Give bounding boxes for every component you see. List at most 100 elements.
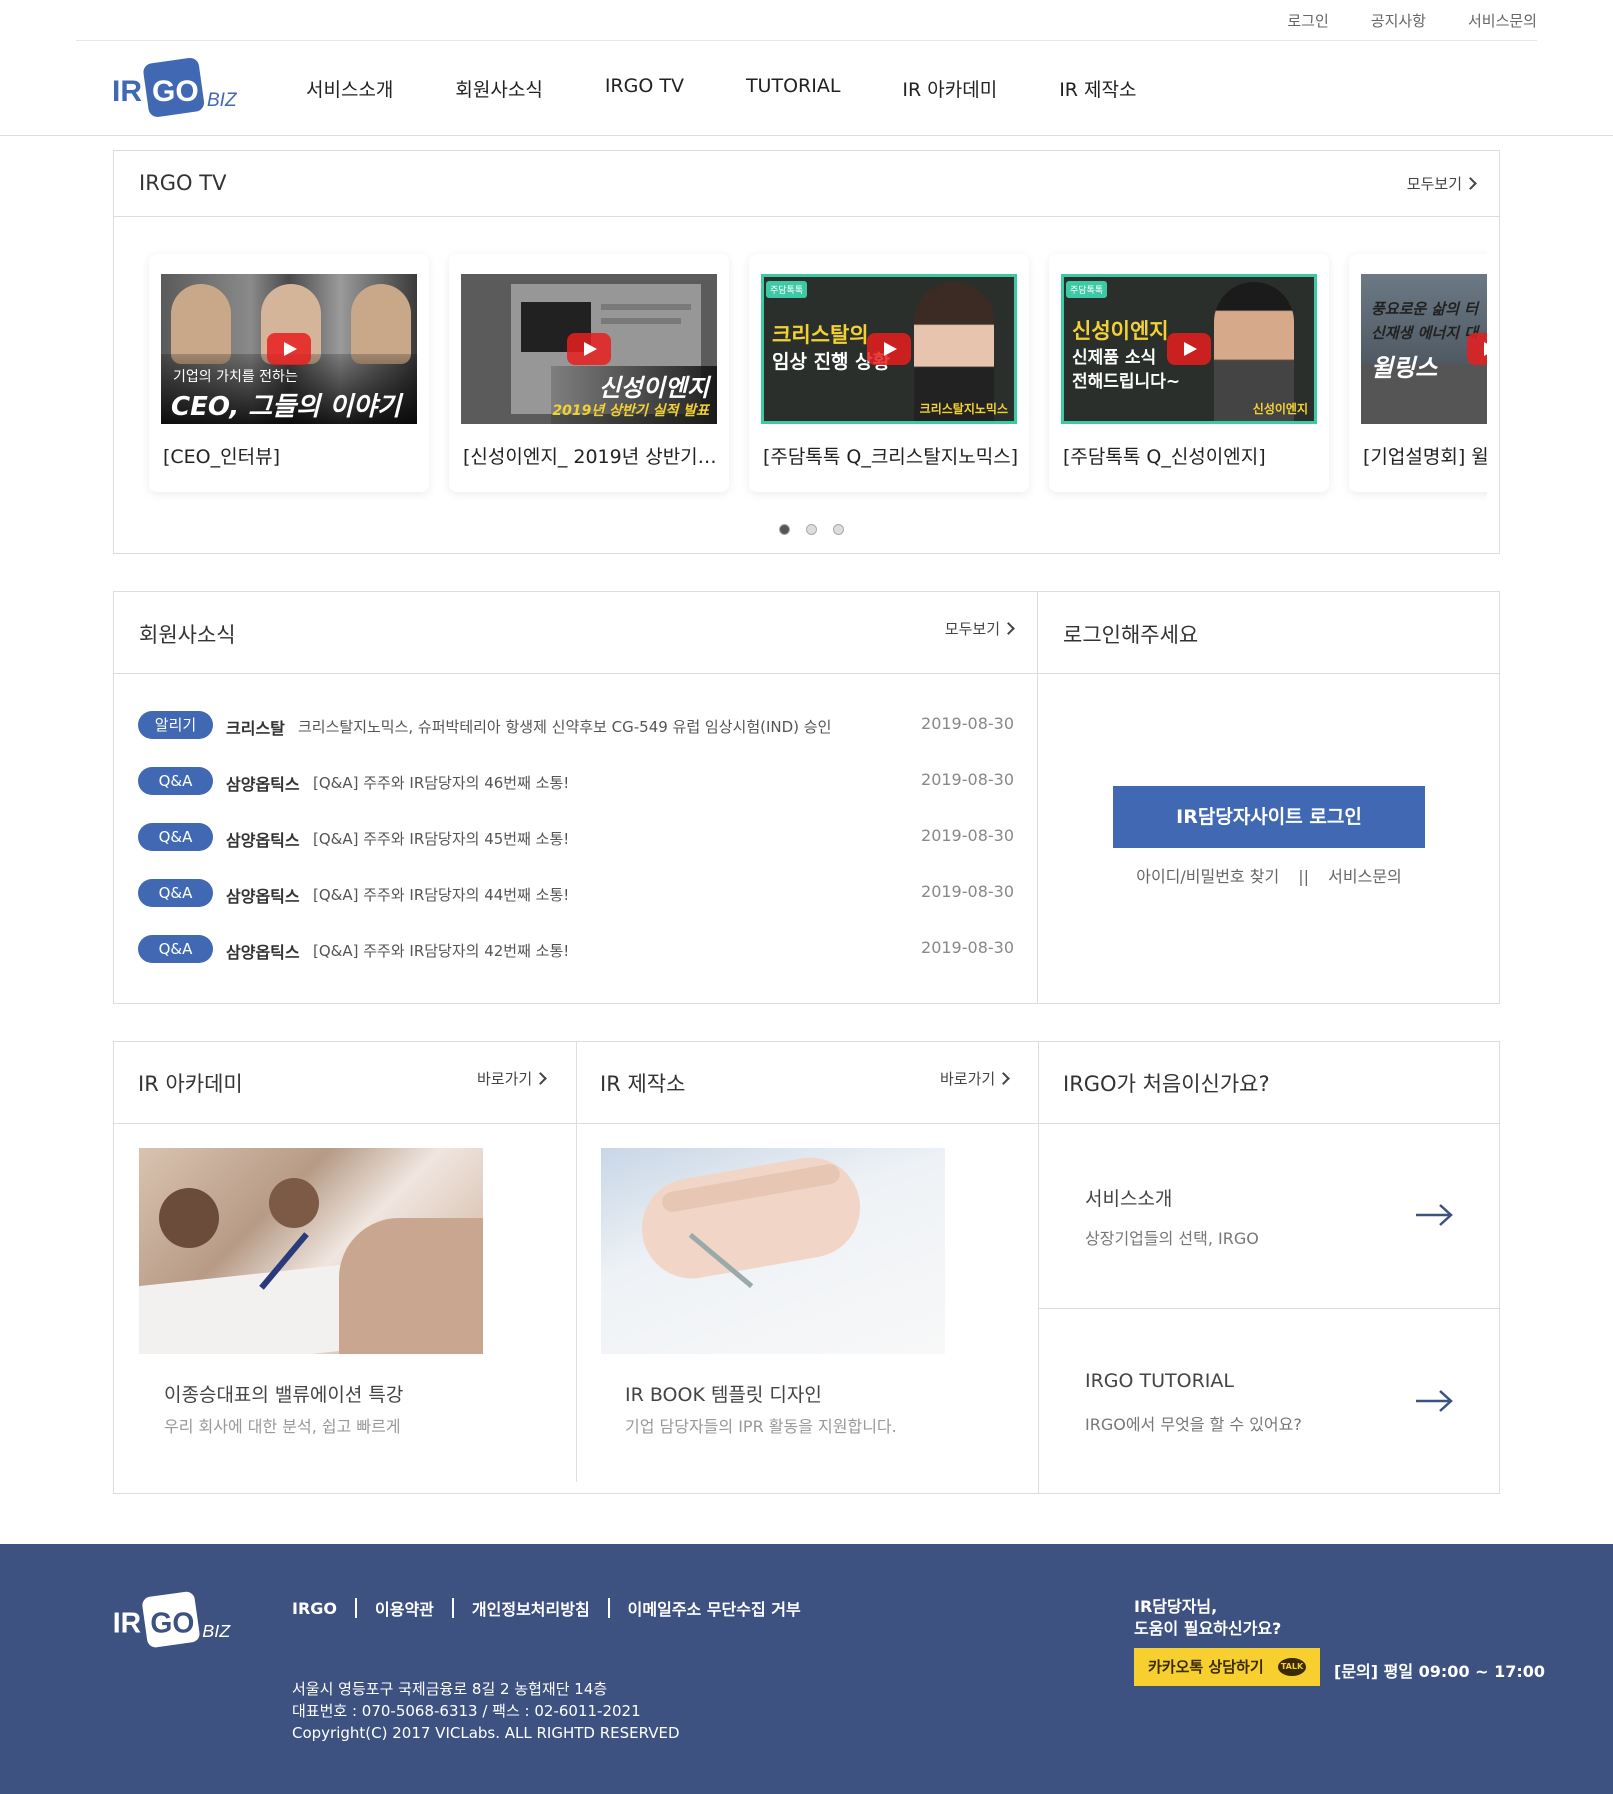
service-intro-desc: 상장기업들의 선택, IRGO	[1085, 1229, 1259, 1248]
kakao-talk-icon: TALK	[1278, 1658, 1306, 1676]
top-divider	[76, 40, 1537, 41]
thumbnail-headline: 윌링스	[1371, 354, 1438, 382]
tutorial-title[interactable]: IRGO TUTORIAL	[1085, 1370, 1234, 1392]
news-item[interactable]: Q&A 삼양옵틱스 [Q&A] 주주와 IR담당자의 42번째 소통! 2019…	[138, 935, 1014, 963]
video-card[interactable]: 풍요로운 삶의 터 신재생 에너지 대 윌링스 [기업설명회] 윌링스	[1349, 254, 1487, 492]
video-title: [기업설명회] 윌링스	[1363, 446, 1487, 468]
thumbnail-headline: CEO, 그들의 이야기	[171, 392, 401, 422]
footer-separator	[355, 1598, 358, 1618]
news-company: 삼양옵틱스	[226, 831, 300, 850]
service-inquiry-link[interactable]: 서비스문의	[1468, 10, 1537, 31]
nav-ir-academy[interactable]: IR 아카데미	[902, 75, 997, 102]
notice-link[interactable]: 공지사항	[1371, 10, 1426, 31]
thumbnail-caption: 2019년 상반기 실적 발표	[552, 403, 709, 419]
video-carousel: 기업의 가치를 전하는 CEO, 그들의 이야기 [CEO_인터뷰] 신성이엔지…	[114, 151, 1487, 555]
footer-company-info: 서울시 영등포구 국제금융로 8길 2 농협재단 14층 대표번호 : 070-…	[292, 1678, 680, 1744]
footer-link-email-policy[interactable]: 이메일주소 무단수집 거부	[628, 1596, 801, 1620]
video-card[interactable]: 주담톡톡 크리스탈의 임상 진행 상황 크리스탈지노믹스 [주담톡톡 Q_크리스…	[749, 254, 1029, 492]
footer-phone: 대표번호 : 070-5068-6313 / 팩스 : 02-6011-2021	[292, 1702, 641, 1720]
member-news-more-link[interactable]: 모두보기	[945, 618, 1013, 639]
news-company: 삼양옵틱스	[226, 775, 300, 794]
kakao-chat-button[interactable]: 카카오톡 상담하기 TALK	[1134, 1648, 1320, 1686]
nav-member-news[interactable]: 회원사소식	[455, 75, 542, 102]
irgo-biz-logo[interactable]: IR GO BIZ	[112, 54, 242, 124]
news-company: 삼양옵틱스	[226, 887, 300, 906]
video-title: [주담톡톡 Q_신성이엔지]	[1063, 446, 1266, 468]
play-icon	[1167, 333, 1211, 365]
video-thumbnail: 기업의 가치를 전하는 CEO, 그들의 이야기	[161, 274, 417, 424]
link-separator: ||	[1298, 867, 1310, 886]
news-text: [Q&A] 주주와 IR담당자의 42번째 소통!	[313, 942, 570, 960]
nav-ir-studio[interactable]: IR 제작소	[1059, 75, 1136, 102]
news-item[interactable]: Q&A 삼양옵틱스 [Q&A] 주주와 IR담당자의 45번째 소통! 2019…	[138, 823, 1014, 851]
footer-link-terms[interactable]: 이용약관	[375, 1596, 434, 1620]
footer-address: 서울시 영등포구 국제금융로 8길 2 농협재단 14층	[292, 1680, 608, 1698]
footer-separator	[607, 1598, 610, 1618]
svg-text:GO: GO	[150, 1606, 194, 1638]
news-text: [Q&A] 주주와 IR담당자의 46번째 소통!	[313, 774, 570, 792]
carousel-dot-3[interactable]	[833, 524, 844, 535]
studio-item-desc: 기업 담당자들의 IPR 활동을 지원합니다.	[625, 1417, 897, 1436]
nav-tutorial[interactable]: TUTORIAL	[746, 75, 840, 102]
ir-studio-go-link[interactable]: 바로가기	[940, 1068, 1008, 1089]
news-date: 2019-08-30	[921, 714, 1014, 733]
news-text: 크리스탈지노믹스, 슈퍼박테리아 항생제 신약후보 CG-549 유럽 임상시험…	[298, 718, 832, 736]
column-divider	[576, 1042, 577, 1482]
video-thumbnail: 주담톡톡 크리스탈의 임상 진행 상황 크리스탈지노믹스	[761, 274, 1017, 424]
section-divider	[1038, 1308, 1499, 1309]
login-link[interactable]: 로그인	[1287, 10, 1328, 31]
footer-link-irgo[interactable]: IRGO	[292, 1599, 337, 1618]
arrow-right-icon[interactable]	[1414, 1389, 1454, 1413]
ir-academy-go-link[interactable]: 바로가기	[477, 1068, 545, 1089]
svg-text:IR: IR	[112, 75, 142, 108]
thumbnail-caption: 전해드립니다~	[1072, 372, 1181, 392]
news-company: 크리스탈	[226, 719, 285, 738]
studio-photo[interactable]	[601, 1148, 945, 1354]
carousel-dot-1[interactable]	[779, 524, 790, 535]
play-icon	[1467, 333, 1487, 365]
find-id-password-link[interactable]: 아이디/비밀번호 찾기	[1136, 867, 1279, 886]
ir-manager-login-button[interactable]: IR담당자사이트 로그인	[1113, 786, 1425, 848]
footer-logo[interactable]: IR GO BIZ	[112, 1588, 236, 1654]
service-inquiry-link[interactable]: 서비스문의	[1328, 867, 1402, 886]
first-time-title: IRGO가 처음이신가요?	[1063, 1072, 1270, 1096]
main-header: IR GO BIZ 서비스소개 회원사소식 IRGO TV TUTORIAL I…	[0, 42, 1613, 136]
thumbnail-headline: 신성이엔지	[598, 374, 709, 402]
thumbnail-caption: 신제품 소식	[1072, 348, 1157, 368]
academy-photo[interactable]	[139, 1148, 483, 1354]
footer-hours: [문의] 평일 09:00 ~ 17:00	[1334, 1662, 1546, 1681]
news-item[interactable]: 알리기 크리스탈 크리스탈지노믹스, 슈퍼박테리아 항생제 신약후보 CG-54…	[138, 711, 1014, 739]
footer-link-privacy[interactable]: 개인정보처리방침	[472, 1596, 590, 1620]
arrow-right-icon[interactable]	[1414, 1203, 1454, 1227]
thumbnail-caption: 풍요로운 삶의 터	[1371, 300, 1479, 318]
video-card[interactable]: 기업의 가치를 전하는 CEO, 그들의 이야기 [CEO_인터뷰]	[149, 254, 429, 492]
svg-text:IR: IR	[113, 1606, 141, 1638]
video-card[interactable]: 신성이엔지 2019년 상반기 실적 발표 [신성이엔지_ 2019년 상반기 …	[449, 254, 729, 492]
news-date: 2019-08-30	[921, 826, 1014, 845]
nav-service-intro[interactable]: 서비스소개	[306, 75, 393, 102]
footer-links: IRGO 이용약관 개인정보처리방침 이메일주소 무단수집 거부	[292, 1596, 801, 1620]
news-badge: 알리기	[138, 711, 213, 739]
video-card[interactable]: 주담톡톡 신성이엔지 신제품 소식 전해드립니다~ 신성이엔지 [주담톡톡 Q_…	[1049, 254, 1329, 492]
news-item[interactable]: Q&A 삼양옵틱스 [Q&A] 주주와 IR담당자의 44번째 소통! 2019…	[138, 879, 1014, 907]
irgo-tv-section: IRGO TV 모두보기 기업의 가치를 전하는 CEO, 그들의 이야기 [C…	[113, 150, 1500, 554]
site-footer: IR GO BIZ IRGO 이용약관 개인정보처리방침 이메일주소 무단수집 …	[0, 1544, 1613, 1794]
studio-item-title[interactable]: IR BOOK 템플릿 디자인	[625, 1380, 822, 1407]
thumbnail-tag: 신성이엔지	[1252, 402, 1308, 416]
top-utility-bar: 로그인 공지사항 서비스문의	[0, 0, 1613, 42]
service-intro-title[interactable]: 서비스소개	[1085, 1184, 1172, 1211]
section-divider	[1038, 673, 1499, 674]
news-item[interactable]: Q&A 삼양옵틱스 [Q&A] 주주와 IR담당자의 46번째 소통! 2019…	[138, 767, 1014, 795]
carousel-dot-2[interactable]	[806, 524, 817, 535]
help-line-1: IR담당자님,	[1134, 1597, 1218, 1616]
news-date: 2019-08-30	[921, 882, 1014, 901]
news-badge: Q&A	[138, 823, 213, 851]
academy-item-desc: 우리 회사에 대한 분석, 쉽고 빠르게	[164, 1417, 401, 1436]
login-title: 로그인해주세요	[1063, 623, 1199, 647]
academy-item-title[interactable]: 이종승대표의 밸류에이션 특강	[164, 1380, 403, 1407]
play-icon	[267, 333, 311, 365]
nav-irgo-tv[interactable]: IRGO TV	[605, 75, 684, 102]
footer-separator	[451, 1598, 454, 1618]
video-title: [신성이엔지_ 2019년 상반기 실적발표]	[463, 446, 719, 468]
tutorial-desc: IRGO에서 무엇을 할 수 있어요?	[1085, 1415, 1302, 1434]
